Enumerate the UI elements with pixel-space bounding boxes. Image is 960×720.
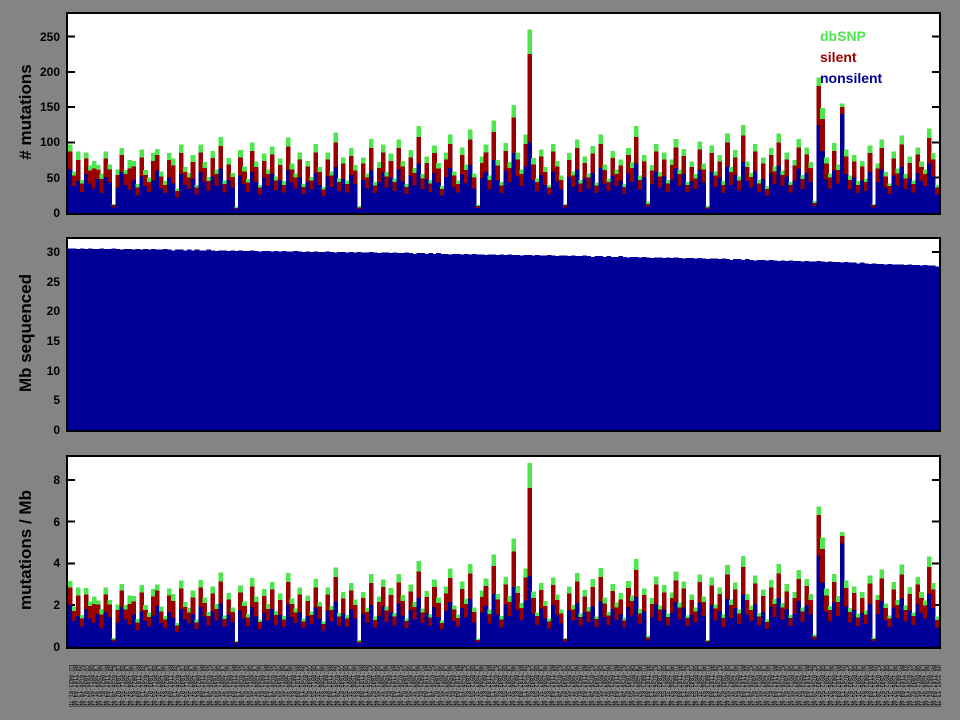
y-tick-label: 250	[16, 30, 60, 44]
bars	[68, 248, 939, 430]
y-tick-label: 4	[16, 556, 60, 570]
y-tick-label: 20	[16, 304, 60, 318]
mutation-count-plot	[68, 14, 939, 213]
mutation-rate-plot	[68, 457, 939, 647]
y-tick-label: 100	[16, 135, 60, 149]
y-tick-label: 0	[16, 640, 60, 654]
y-tick-label: 5	[16, 393, 60, 407]
y-tick-label: 6	[16, 515, 60, 529]
bars	[68, 30, 939, 213]
mutation-count-panel	[66, 12, 941, 215]
y-tick-label: 150	[16, 100, 60, 114]
legend-item-dbsnp: dbSNP	[820, 26, 882, 47]
y-tick-label: 10	[16, 364, 60, 378]
y-tick-label: 15	[16, 334, 60, 348]
legend-item-nonsilent: nonsilent	[820, 68, 882, 89]
y-tick-label: 2	[16, 598, 60, 612]
legend-item-silent: silent	[820, 47, 882, 68]
legend: dbSNP silent nonsilent	[820, 26, 882, 89]
y-tick-label: 25	[16, 275, 60, 289]
x-axis-sample-labels: LU-0423-81-TDBR-1187-04-NDOV-2291-13-TDK…	[66, 663, 941, 711]
y-tick-label: 0	[16, 423, 60, 437]
svg-text:KI-0756-28-ND: KI-0756-28-ND	[938, 665, 941, 707]
y-tick-label: 200	[16, 65, 60, 79]
figure-background: { "figure": { "background_color": "#8484…	[0, 0, 960, 720]
y-tick-label: 8	[16, 473, 60, 487]
y-tick-label: 0	[16, 206, 60, 220]
x-axis-sample-labels-svg: LU-0423-81-TDBR-1187-04-NDOV-2291-13-TDK…	[66, 663, 941, 711]
y-tick-label: 30	[16, 245, 60, 259]
coverage-panel	[66, 237, 941, 432]
bars	[68, 463, 939, 647]
y-tick-label: 50	[16, 171, 60, 185]
sample-id-labels: LU-0423-81-TDBR-1187-04-NDOV-2291-13-TDK…	[67, 665, 941, 707]
yaxis-label-rate: mutations / Mb	[16, 490, 36, 610]
mutation-rate-panel	[66, 455, 941, 649]
coverage-plot	[68, 239, 939, 430]
